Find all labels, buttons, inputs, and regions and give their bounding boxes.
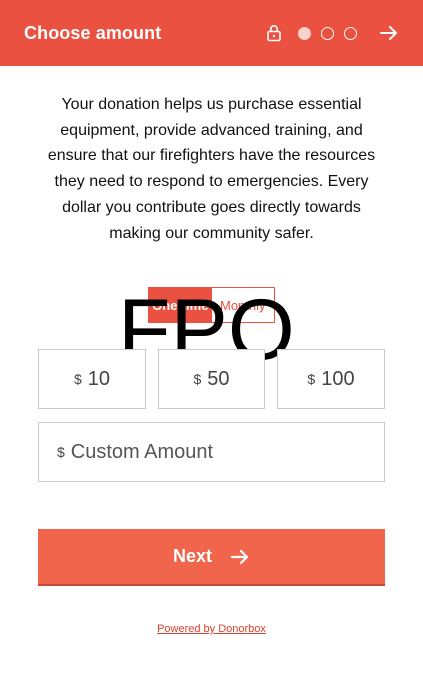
frequency-monthly[interactable]: Monthly xyxy=(211,288,274,322)
amount-button-100[interactable]: $ 100 xyxy=(277,349,385,409)
amount-value: 50 xyxy=(207,367,230,390)
next-button[interactable]: Next xyxy=(38,529,385,586)
currency-symbol: $ xyxy=(73,371,82,387)
donation-description: Your donation helps us purchase essentia… xyxy=(47,96,376,242)
lock-icon xyxy=(266,24,282,42)
custom-amount-input[interactable] xyxy=(70,440,351,464)
header-bar: Choose amount xyxy=(0,0,423,66)
amount-button-10[interactable]: $ 10 xyxy=(38,349,146,409)
frequency-one-time[interactable]: One-time xyxy=(149,288,212,322)
currency-symbol: $ xyxy=(307,371,316,387)
amount-button-50[interactable]: $ 50 xyxy=(158,349,265,409)
arrow-right-icon xyxy=(230,548,250,566)
custom-amount-field[interactable]: $ xyxy=(38,422,385,482)
frequency-toggle: One-time Monthly xyxy=(148,287,275,323)
next-button-label: Next xyxy=(172,546,212,566)
powered-by-link[interactable]: Powered by Donorbox xyxy=(0,623,423,635)
step-dot-3 xyxy=(344,26,357,40)
step-indicator xyxy=(298,26,357,40)
amount-value: 10 xyxy=(87,367,111,390)
arrow-right-icon[interactable] xyxy=(379,24,399,42)
currency-symbol: $ xyxy=(57,444,65,460)
step-dot-1 xyxy=(298,26,311,40)
step-dot-2 xyxy=(321,26,334,40)
currency-symbol: $ xyxy=(193,371,202,387)
page-title: Choose amount xyxy=(24,22,162,43)
amount-value: 100 xyxy=(321,367,355,390)
